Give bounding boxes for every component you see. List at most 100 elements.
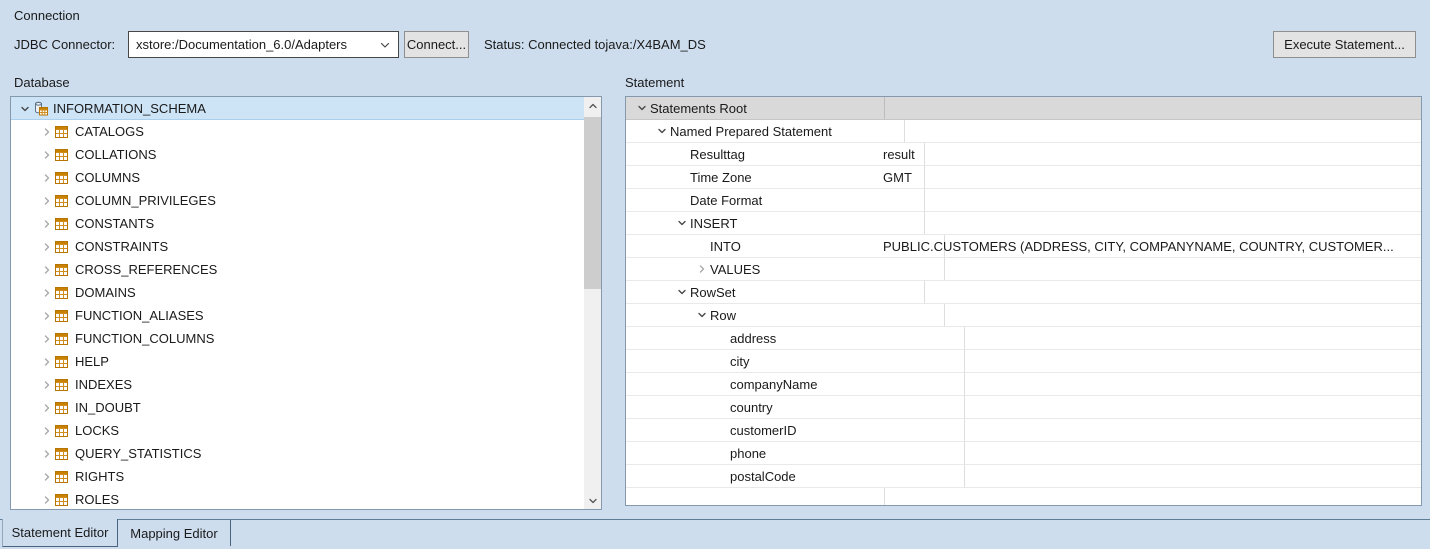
chevron-down-icon[interactable] xyxy=(694,310,709,320)
statement-row[interactable]: RowSet xyxy=(626,281,1421,304)
database-schema-item[interactable]: INFORMATION_SCHEMA xyxy=(11,97,584,120)
database-table-item[interactable]: HELP xyxy=(11,350,584,373)
statement-row-value[interactable] xyxy=(877,350,1421,372)
statement-row[interactable]: phone xyxy=(626,442,1421,465)
chevron-right-icon[interactable] xyxy=(39,219,55,229)
chevron-right-icon[interactable] xyxy=(39,127,55,137)
tab-mapping-editor[interactable]: Mapping Editor xyxy=(118,520,231,546)
chevron-down-icon[interactable] xyxy=(674,287,689,297)
table-icon xyxy=(55,448,73,460)
chevron-right-icon[interactable] xyxy=(39,196,55,206)
database-table-item[interactable]: IN_DOUBT xyxy=(11,396,584,419)
statement-row-value[interactable] xyxy=(877,327,1421,349)
statement-row[interactable]: city xyxy=(626,350,1421,373)
statement-row-value[interactable]: result xyxy=(877,143,1421,165)
statement-row-value[interactable] xyxy=(877,258,1421,280)
statement-row[interactable]: country xyxy=(626,396,1421,419)
chevron-down-icon[interactable] xyxy=(17,104,33,114)
statement-row[interactable]: Resulttagresult xyxy=(626,143,1421,166)
database-table-item[interactable]: CROSS_REFERENCES xyxy=(11,258,584,281)
chevron-down-icon[interactable] xyxy=(379,39,391,51)
statement-row-value[interactable] xyxy=(877,488,1421,506)
database-table-item[interactable]: QUERY_STATISTICS xyxy=(11,442,584,465)
chevron-right-icon[interactable] xyxy=(39,426,55,436)
database-table-item[interactable]: DOMAINS xyxy=(11,281,584,304)
database-table-item[interactable]: INDEXES xyxy=(11,373,584,396)
execute-statement-button[interactable]: Execute Statement... xyxy=(1273,31,1416,58)
statement-row-value[interactable] xyxy=(877,396,1421,418)
statement-row-value[interactable] xyxy=(877,120,1421,142)
scrollbar-thumb[interactable] xyxy=(584,117,601,289)
tree-item-label: QUERY_STATISTICS xyxy=(75,446,201,461)
chevron-right-icon[interactable] xyxy=(39,265,55,275)
statement-row[interactable]: Date Format xyxy=(626,189,1421,212)
statement-row[interactable]: INSERT xyxy=(626,212,1421,235)
statement-row-value[interactable] xyxy=(877,373,1421,395)
chevron-right-icon[interactable] xyxy=(39,334,55,344)
tree-item-label: CATALOGS xyxy=(75,124,144,139)
database-table-item[interactable]: CONSTRAINTS xyxy=(11,235,584,258)
chevron-right-icon[interactable] xyxy=(39,495,55,505)
statement-row[interactable]: Statements Root xyxy=(626,97,1421,120)
database-scrollbar[interactable] xyxy=(584,97,601,509)
database-table-item[interactable]: ROLES xyxy=(11,488,584,510)
scroll-up-icon[interactable] xyxy=(584,97,601,114)
chevron-down-icon[interactable] xyxy=(654,126,669,136)
chevron-right-icon[interactable] xyxy=(694,264,709,274)
statement-row-value[interactable] xyxy=(877,304,1421,326)
chevron-down-icon[interactable] xyxy=(674,218,689,228)
statement-row[interactable]: customerID xyxy=(626,419,1421,442)
statement-row-value[interactable] xyxy=(877,281,1421,303)
chevron-right-icon[interactable] xyxy=(39,403,55,413)
tree-item-label: ROLES xyxy=(75,492,119,507)
chevron-right-icon[interactable] xyxy=(39,449,55,459)
chevron-right-icon[interactable] xyxy=(39,357,55,367)
table-icon xyxy=(55,333,73,345)
statement-row-name-cell[interactable]: Statements Root xyxy=(626,97,885,119)
connect-button[interactable]: Connect... xyxy=(404,31,469,58)
chevron-right-icon[interactable] xyxy=(39,288,55,298)
chevron-right-icon[interactable] xyxy=(39,472,55,482)
database-table-item[interactable]: CATALOGS xyxy=(11,120,584,143)
chevron-right-icon[interactable] xyxy=(39,173,55,183)
statement-row[interactable]: VALUES xyxy=(626,258,1421,281)
statement-row-value[interactable] xyxy=(877,97,1421,119)
statement-row[interactable]: Time ZoneGMT xyxy=(626,166,1421,189)
statement-row-name-cell[interactable]: Named Prepared Statement xyxy=(626,120,905,142)
statement-row-value[interactable]: GMT xyxy=(877,166,1421,188)
database-table-item[interactable]: COLUMNS xyxy=(11,166,584,189)
jdbc-connector-select[interactable]: xstore:/Documentation_6.0/Adapters xyxy=(128,31,399,58)
scroll-down-icon[interactable] xyxy=(584,492,601,509)
tab-statement-editor[interactable]: Statement Editor xyxy=(2,519,118,547)
table-icon xyxy=(55,126,73,138)
database-table-item[interactable]: COLLATIONS xyxy=(11,143,584,166)
statement-row-value[interactable] xyxy=(877,419,1421,441)
tree-item-label: RIGHTS xyxy=(75,469,124,484)
database-table-item[interactable]: FUNCTION_ALIASES xyxy=(11,304,584,327)
statement-row[interactable]: address xyxy=(626,327,1421,350)
statement-row-value[interactable] xyxy=(877,465,1421,487)
database-table-item[interactable]: COLUMN_PRIVILEGES xyxy=(11,189,584,212)
statement-row[interactable] xyxy=(626,488,1421,506)
chevron-right-icon[interactable] xyxy=(39,311,55,321)
statement-row[interactable]: postalCode xyxy=(626,465,1421,488)
statement-row[interactable]: Named Prepared Statement xyxy=(626,120,1421,143)
statement-row-value[interactable] xyxy=(877,442,1421,464)
chevron-right-icon[interactable] xyxy=(39,150,55,160)
tree-item-label: COLLATIONS xyxy=(75,147,156,162)
statement-row-label: country xyxy=(730,400,773,415)
chevron-right-icon[interactable] xyxy=(39,380,55,390)
statement-row-value[interactable] xyxy=(877,212,1421,234)
chevron-down-icon[interactable] xyxy=(634,103,649,113)
statement-row[interactable]: INTOPUBLIC.CUSTOMERS (ADDRESS, CITY, COM… xyxy=(626,235,1421,258)
database-table-item[interactable]: CONSTANTS xyxy=(11,212,584,235)
statement-row[interactable]: Row xyxy=(626,304,1421,327)
statement-row-value[interactable] xyxy=(877,189,1421,211)
statement-row-value[interactable]: PUBLIC.CUSTOMERS (ADDRESS, CITY, COMPANY… xyxy=(877,235,1421,257)
chevron-right-icon[interactable] xyxy=(39,242,55,252)
database-table-item[interactable]: FUNCTION_COLUMNS xyxy=(11,327,584,350)
database-table-item[interactable]: LOCKS xyxy=(11,419,584,442)
database-table-item[interactable]: RIGHTS xyxy=(11,465,584,488)
statement-row-name-cell[interactable] xyxy=(626,488,885,506)
statement-row[interactable]: companyName xyxy=(626,373,1421,396)
